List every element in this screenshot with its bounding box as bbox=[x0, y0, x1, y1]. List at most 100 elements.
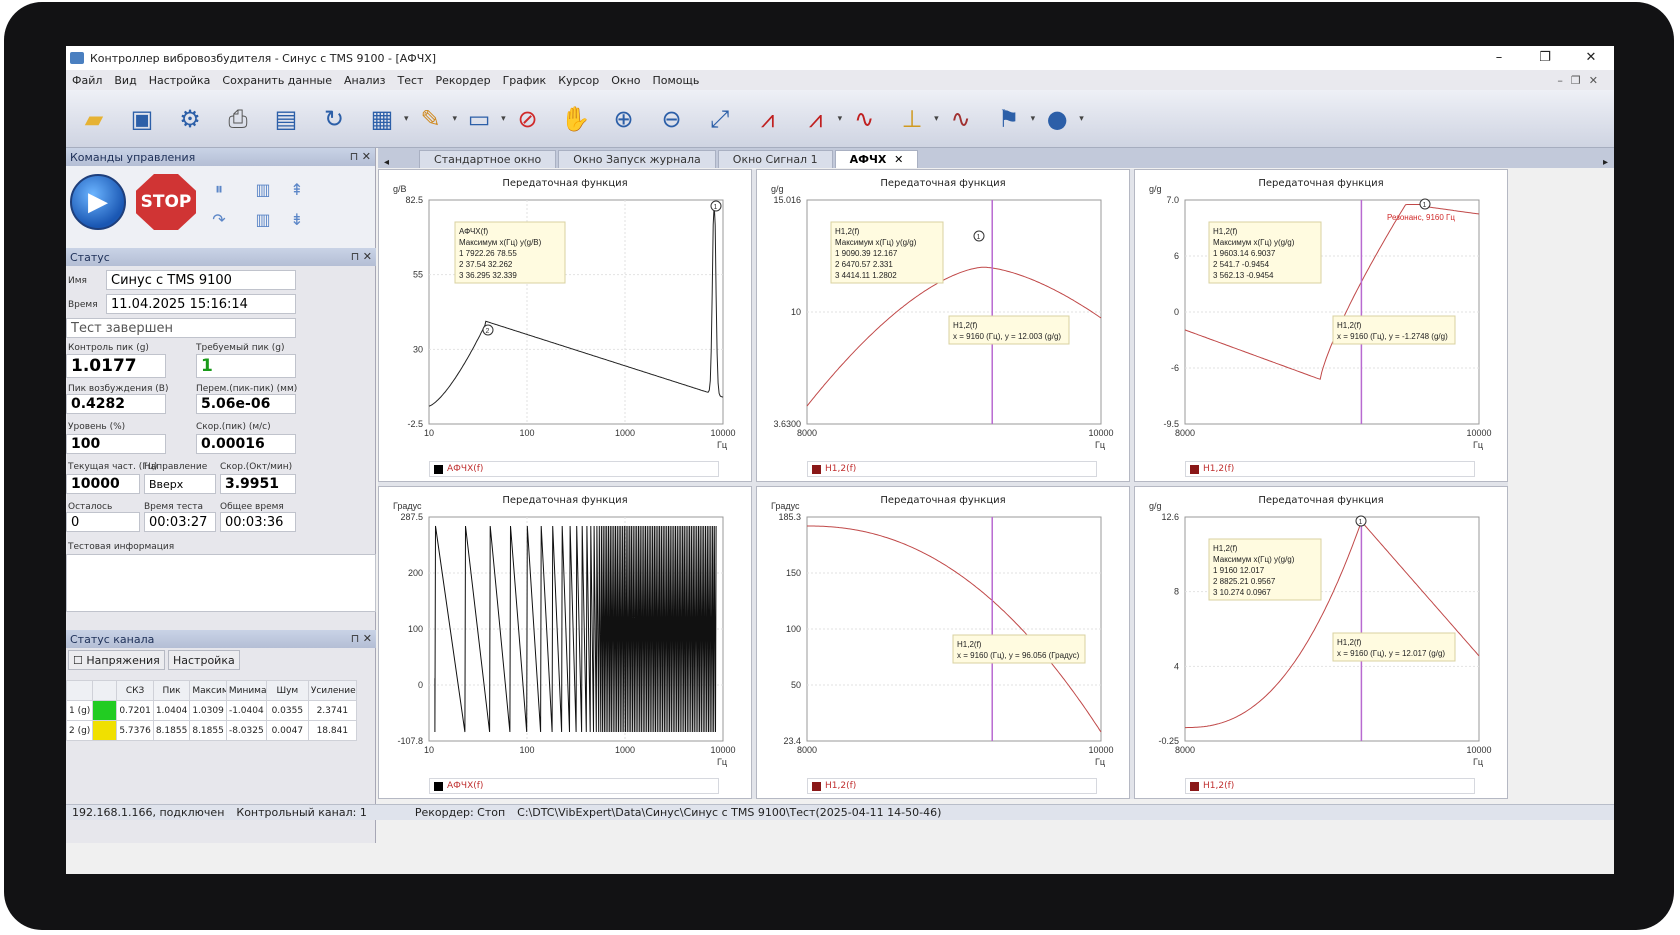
level-up-icon[interactable]: ⇞ bbox=[284, 176, 310, 202]
plot-real-part[interactable]: 7.0 6 0 -6 -9.5 8000 10000 g/g Гц H1,2(f) Максимум… bbox=[1134, 169, 1508, 482]
edit-icon[interactable]: ✎ bbox=[412, 100, 450, 138]
tab-scroll-right-icon[interactable]: ▸ bbox=[1597, 157, 1614, 168]
legend-label: H1,2(f) bbox=[825, 781, 857, 791]
save-icon[interactable]: ▣ bbox=[123, 100, 161, 138]
panel-pin-close-icon[interactable]: ⊓ ✕ bbox=[350, 150, 371, 163]
zoom-in-icon[interactable]: ⊕ bbox=[605, 100, 643, 138]
signal-window-icon[interactable]: ▭ bbox=[460, 100, 498, 138]
tab-signal-window[interactable]: Окно Сигнал 1 bbox=[717, 150, 833, 168]
control-peak-value: 1.0177 bbox=[66, 354, 166, 378]
play-button[interactable]: ▶ bbox=[70, 174, 126, 230]
name-label: Имя bbox=[68, 276, 87, 286]
menu-analysis[interactable]: Анализ bbox=[338, 74, 392, 87]
plots-grid: 82.5 55 30 -2.5 10 100 1000 10000 g/В Гц АФЧХ(f) Ма… bbox=[378, 169, 1508, 799]
menu-view[interactable]: Вид bbox=[108, 74, 142, 87]
peak-chart-icon[interactable]: ⩘ bbox=[749, 100, 787, 138]
pan-hand-icon[interactable]: ✋ bbox=[557, 100, 595, 138]
x-axis-unit: Гц bbox=[1473, 757, 1483, 767]
menu-test[interactable]: Тест bbox=[391, 74, 429, 87]
bar-chart-down-icon[interactable]: ▥ bbox=[250, 206, 276, 232]
level-down-icon[interactable]: ⇟ bbox=[284, 206, 310, 232]
stop-button[interactable]: STOP bbox=[136, 174, 196, 230]
settings-gear-icon[interactable]: ⚙ bbox=[171, 100, 209, 138]
menu-save-data[interactable]: Сохранить данные bbox=[216, 74, 338, 87]
mdi-controls[interactable]: –❐✕ bbox=[1551, 74, 1614, 87]
tab-scroll-left-icon[interactable]: ◂ bbox=[378, 157, 395, 168]
maximize-icon[interactable]: ❐ bbox=[1522, 46, 1568, 70]
plot-phase-zoom[interactable]: 185.3 150 100 50 23.4 8000 10000 Градус Гц H1,2(f… bbox=[756, 486, 1130, 799]
menu-cursor[interactable]: Курсор bbox=[552, 74, 605, 87]
tab-afchx[interactable]: АФЧХ ✕ bbox=[834, 150, 919, 168]
annotation-text: 2 37.54 32.262 bbox=[459, 260, 513, 269]
dropdown-arrow-icon[interactable]: ▾ bbox=[934, 114, 939, 124]
annotation-text: 3 10.274 0.0967 bbox=[1213, 588, 1271, 597]
zoom-out-icon[interactable]: ⊖ bbox=[653, 100, 691, 138]
channel-settings-button[interactable]: Настройка bbox=[168, 650, 240, 670]
waveform-icon[interactable]: ∿ bbox=[845, 100, 883, 138]
plot-magnitude-full[interactable]: 82.5 55 30 -2.5 10 100 1000 10000 g/В Гц АФЧХ(f) Ма… bbox=[378, 169, 752, 482]
test-info-textarea[interactable] bbox=[66, 554, 376, 612]
dropdown-arrow-icon[interactable]: ▾ bbox=[1031, 114, 1036, 124]
stop-record-icon[interactable]: ⊘ bbox=[509, 100, 547, 138]
dropdown-arrow-icon[interactable]: ▾ bbox=[838, 114, 843, 124]
bar-chart-icon[interactable]: ▥ bbox=[250, 176, 276, 202]
spectrum-icon[interactable]: ∿ bbox=[942, 100, 980, 138]
tab-standard-window[interactable]: Стандартное окно bbox=[419, 150, 557, 168]
pause-icon[interactable]: ⏸ bbox=[206, 176, 232, 202]
dropdown-arrow-icon[interactable]: ▾ bbox=[404, 114, 409, 124]
plot-imag-part[interactable]: 12.6 8 4 -0.25 8000 10000 g/g Гц H1,2(f) Максимум… bbox=[1134, 486, 1508, 799]
table-row[interactable]: 2 (g) 5.7376 8.1855 8.1855 -8.0325 0.004… bbox=[66, 720, 357, 741]
axis-tick-label: 100 bbox=[519, 428, 534, 438]
plot-phase-full[interactable]: 287.5 200 100 0 -107.8 10 100 1000 10000 Градус Гц… bbox=[378, 486, 752, 799]
plot-magnitude-zoom[interactable]: 15.016 10 3.6300 8000 10000 g/g Гц H1,2(f) Макси… bbox=[756, 169, 1130, 482]
menu-window[interactable]: Окно bbox=[605, 74, 646, 87]
data-path: C:\DTC\VibExpert\Data\Синус\Синус с TMS … bbox=[517, 806, 942, 819]
menu-graph[interactable]: График bbox=[497, 74, 553, 87]
table-header-cell: Усиление(Б) bbox=[307, 680, 357, 701]
schedule-icon[interactable]: ▦ bbox=[363, 100, 401, 138]
dropdown-arrow-icon[interactable]: ▾ bbox=[501, 114, 506, 124]
menu-file[interactable]: Файл bbox=[66, 74, 108, 87]
tab-close-icon[interactable]: ✕ bbox=[894, 153, 903, 166]
axis-tick-label: 8 bbox=[1174, 587, 1179, 597]
menu-help[interactable]: Помощь bbox=[647, 74, 706, 87]
fit-view-icon[interactable]: ⤢ bbox=[701, 100, 739, 138]
dropdown-arrow-icon[interactable]: ▾ bbox=[453, 114, 458, 124]
dropdown-arrow-icon[interactable]: ▾ bbox=[1079, 114, 1084, 124]
plot-title: Передаточная функция bbox=[1258, 178, 1384, 189]
recorder-status: Рекордер: Стоп bbox=[414, 806, 506, 819]
voltage-checkbox[interactable]: ☐ Напряжения bbox=[68, 650, 165, 670]
legend-label: АФЧХ(f) bbox=[447, 781, 484, 791]
table-row[interactable]: 1 (g) 0.7201 1.0404 1.0309 -1.0404 0.035… bbox=[66, 700, 357, 721]
open-folder-icon[interactable]: ▰ bbox=[75, 100, 113, 138]
tab-journal-window[interactable]: Окно Запуск журнала bbox=[558, 150, 716, 168]
redo-icon[interactable]: ↷ bbox=[206, 206, 232, 232]
panel-pin-close-icon[interactable]: ⊓ ✕ bbox=[351, 250, 372, 263]
plot-title: Передаточная функция bbox=[502, 495, 628, 506]
cursor-readout-box: H1,2(f) x = 9160 (Гц), y = 12.003 (g/g) bbox=[948, 315, 1070, 345]
minimize-icon[interactable]: – bbox=[1476, 46, 1522, 70]
cursor-marker-icon[interactable]: ⊥ bbox=[893, 100, 931, 138]
comment-bubble-icon[interactable]: ● bbox=[1038, 100, 1076, 138]
table-header-cell: Шум bbox=[265, 680, 309, 701]
resonance-label: Резонанс, 9160 Гц bbox=[1387, 213, 1455, 222]
plot-legend: АФЧХ(f) bbox=[429, 778, 719, 794]
channel-name: 1 (g) bbox=[66, 700, 94, 721]
time-label: Время bbox=[68, 300, 98, 310]
displacement-label: Перем.(пик-пик) (мм) bbox=[196, 384, 298, 394]
annotation-text: 1 9603.14 6.9037 bbox=[1213, 249, 1276, 258]
legend-label: H1,2(f) bbox=[1203, 781, 1235, 791]
analysis-chart-icon[interactable]: ▤ bbox=[267, 100, 305, 138]
menu-recorder[interactable]: Рекордер bbox=[429, 74, 496, 87]
voltage-label: Напряжения bbox=[86, 653, 160, 667]
flag-icon[interactable]: ⚑ bbox=[990, 100, 1028, 138]
close-icon[interactable]: ✕ bbox=[1568, 46, 1614, 70]
menu-settings[interactable]: Настройка bbox=[143, 74, 217, 87]
print-icon[interactable]: ⎙ bbox=[219, 100, 257, 138]
panel-pin-close-icon[interactable]: ⊓ ✕ bbox=[351, 632, 372, 645]
freq-value: 10000 bbox=[66, 474, 140, 494]
peak-delete-icon[interactable]: ⩘ bbox=[797, 100, 835, 138]
table-cell: 0.0355 bbox=[265, 700, 309, 721]
peak-marker-label: 1 bbox=[1359, 519, 1363, 526]
refresh-icon[interactable]: ↻ bbox=[315, 100, 353, 138]
